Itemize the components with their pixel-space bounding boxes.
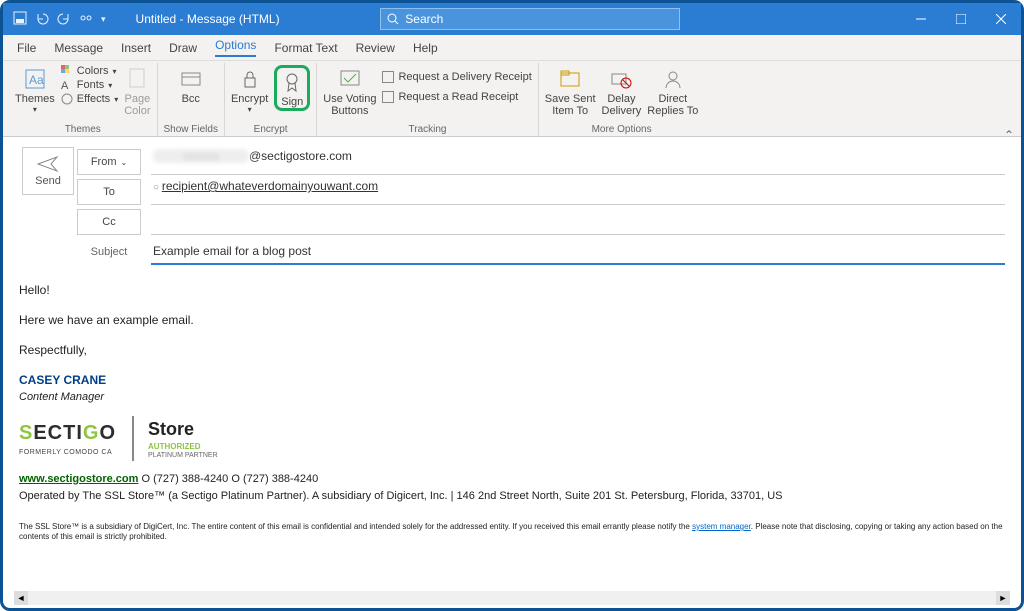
checkbox-icon	[382, 71, 394, 83]
menu-bar: File Message Insert Draw Options Format …	[3, 35, 1021, 61]
group-themes: Aa Themes ▾ Colors▾ AFonts▾ Effects▾ Pag…	[9, 63, 158, 136]
signature-logo: SECTIGO FORMERLY COMODO CA Store AUTHORI…	[19, 416, 1005, 462]
body-line: Here we have an example email.	[19, 311, 1005, 329]
maximize-button[interactable]	[941, 3, 981, 35]
redo-icon[interactable]	[57, 11, 71, 28]
sign-button[interactable]: Sign	[274, 65, 310, 111]
read-receipt-checkbox[interactable]: Request a Read Receipt	[382, 91, 531, 103]
scroll-right-icon[interactable]: ►	[996, 591, 1010, 605]
from-button[interactable]: From⌄	[77, 149, 141, 175]
system-manager-link[interactable]: system manager	[692, 522, 751, 531]
effects-button[interactable]: Effects▾	[61, 93, 118, 105]
folder-save-icon	[557, 65, 583, 93]
menu-file[interactable]: File	[17, 41, 36, 55]
save-icon[interactable]	[13, 11, 27, 28]
menu-help[interactable]: Help	[413, 41, 438, 55]
fonts-icon: A	[61, 79, 73, 91]
compose-header: Send From⌄ xxxxxx@sectigostore.com To ○ …	[3, 137, 1021, 267]
dropdown-icon[interactable]: ▾	[101, 14, 106, 25]
menu-message[interactable]: Message	[54, 41, 103, 55]
body-line: Hello!	[19, 281, 1005, 299]
person-reply-icon	[660, 65, 686, 93]
window-title: Untitled - Message (HTML)	[136, 12, 280, 26]
send-icon	[37, 155, 59, 173]
themes-button[interactable]: Aa Themes ▾	[15, 65, 55, 114]
delay-icon	[608, 65, 634, 93]
search-placeholder: Search	[405, 12, 443, 26]
sectigo-logo: SECTIGO	[19, 418, 116, 448]
disclaimer: The SSL Store™ is a subsidiary of DigiCe…	[19, 522, 1005, 543]
group-encrypt: Encrypt ▾ Sign Encrypt	[225, 63, 317, 136]
colors-button[interactable]: Colors▾	[61, 65, 118, 77]
sectigo-sub: FORMERLY COMODO CA	[19, 448, 116, 459]
search-icon	[387, 13, 399, 25]
group-show-fields: Bcc Show Fields	[158, 63, 225, 136]
body-line: Respectfully,	[19, 341, 1005, 359]
menu-review[interactable]: Review	[356, 41, 395, 55]
colors-icon	[61, 65, 73, 77]
touch-icon[interactable]	[79, 11, 93, 28]
themes-icon: Aa	[22, 65, 48, 93]
signature-url[interactable]: www.sectigostore.com	[19, 473, 138, 485]
signature-name: CASEY CRANE	[19, 371, 1005, 389]
bcc-icon	[178, 65, 204, 93]
group-tracking: Use Voting Buttons Request a Delivery Re…	[317, 63, 539, 136]
horizontal-scrollbar[interactable]: ◄ ►	[14, 591, 1010, 605]
voting-button[interactable]: Use Voting Buttons	[323, 65, 376, 117]
svg-text:A: A	[61, 80, 69, 91]
subject-field[interactable]	[151, 239, 1005, 265]
menu-options[interactable]: Options	[215, 38, 256, 57]
checkbox-icon	[382, 91, 394, 103]
minimize-button[interactable]	[901, 3, 941, 35]
delivery-receipt-checkbox[interactable]: Request a Delivery Receipt	[382, 71, 531, 83]
signature-phones: O (727) 388-4240 O (727) 388-4240	[138, 473, 318, 485]
cc-button[interactable]: Cc	[77, 209, 141, 235]
lock-icon	[237, 65, 263, 93]
effects-icon	[61, 93, 73, 105]
signature-title: Content Manager	[19, 389, 1005, 406]
direct-replies-button[interactable]: Direct Replies To	[647, 65, 698, 117]
menu-format-text[interactable]: Format Text	[274, 41, 337, 55]
store-auth: AUTHORIZED	[148, 443, 218, 451]
store-text: Store	[148, 416, 218, 443]
from-field[interactable]: xxxxxx@sectigostore.com	[151, 149, 1005, 175]
collapse-ribbon-icon[interactable]: ⌃	[1004, 128, 1014, 142]
store-plat: PLATINUM PARTNER	[148, 451, 218, 462]
save-sent-button[interactable]: Save Sent Item To	[545, 65, 596, 117]
delay-delivery-button[interactable]: Delay Delivery	[602, 65, 642, 117]
to-button[interactable]: To	[77, 179, 141, 205]
bcc-button[interactable]: Bcc	[178, 65, 204, 105]
svg-text:Aa: Aa	[29, 73, 44, 87]
page-color-icon	[124, 65, 150, 93]
title-bar: ▾ Untitled - Message (HTML) Search	[3, 3, 1021, 35]
send-button[interactable]: Send	[22, 147, 74, 195]
search-box[interactable]: Search	[380, 8, 680, 30]
to-field[interactable]: ○ recipient@whateverdomainyouwant.com	[151, 179, 1005, 205]
menu-draw[interactable]: Draw	[169, 41, 197, 55]
scroll-left-icon[interactable]: ◄	[14, 591, 28, 605]
ribbon: Aa Themes ▾ Colors▾ AFonts▾ Effects▾ Pag…	[3, 61, 1021, 137]
cc-field[interactable]	[151, 209, 1005, 235]
ribbon-seal-icon	[279, 68, 305, 96]
signature-operated: Operated by The SSL Store™ (a Sectigo Pl…	[19, 488, 1005, 505]
email-body[interactable]: Hello! Here we have an example email. Re…	[3, 267, 1021, 557]
encrypt-button[interactable]: Encrypt ▾	[231, 65, 268, 114]
undo-icon[interactable]	[35, 11, 49, 28]
menu-insert[interactable]: Insert	[121, 41, 151, 55]
subject-label: Subject	[77, 246, 141, 258]
close-button[interactable]	[981, 3, 1021, 35]
group-more-options: Save Sent Item To Delay Delivery Direct …	[539, 63, 705, 136]
voting-icon	[337, 65, 363, 93]
fonts-button[interactable]: AFonts▾	[61, 79, 118, 91]
page-color-button[interactable]: Page Color	[124, 65, 150, 117]
